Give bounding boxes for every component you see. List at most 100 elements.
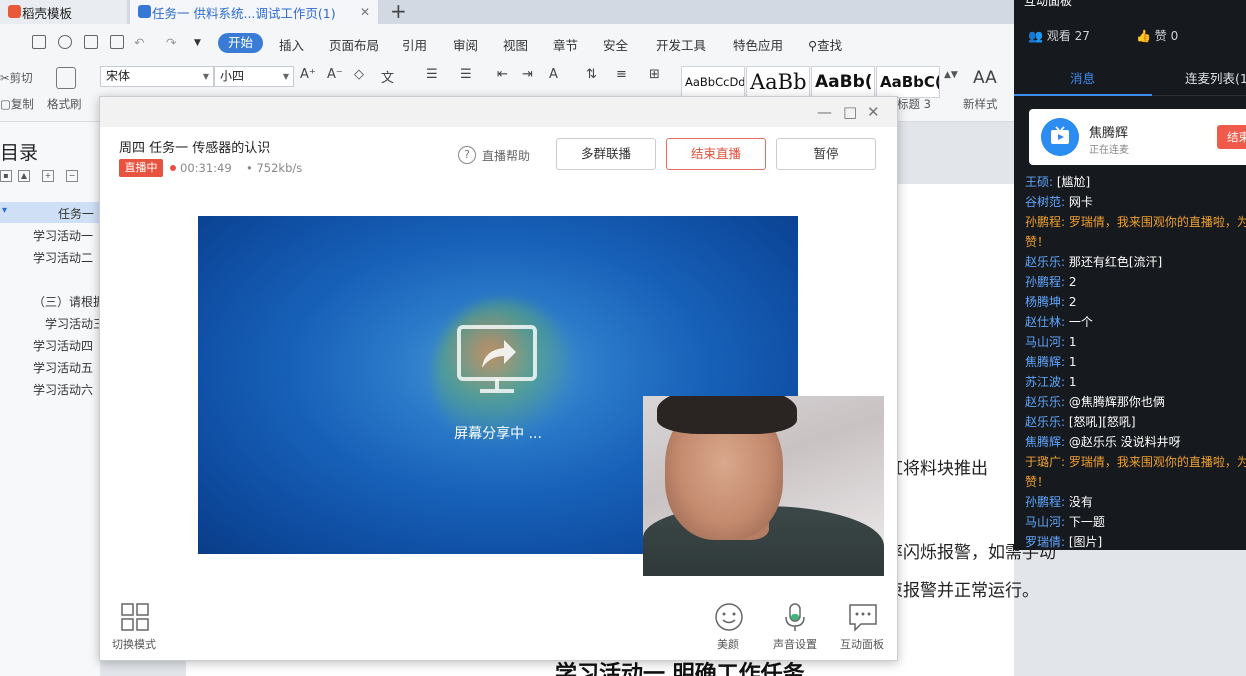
format-painter-icon[interactable] bbox=[56, 67, 76, 89]
style-heading-3[interactable]: AaBbC( bbox=[876, 66, 940, 98]
menu-view[interactable]: 视图 bbox=[503, 35, 528, 54]
live-help-link[interactable]: 直播帮助 bbox=[482, 147, 530, 164]
chat-text: 1 bbox=[1065, 355, 1077, 369]
numbering-icon[interactable]: ☰ bbox=[460, 67, 472, 82]
bullets-icon[interactable]: ☰ bbox=[426, 67, 438, 82]
end-live-button[interactable]: 结束直播 bbox=[666, 138, 766, 170]
clear-format-icon[interactable]: ◇ bbox=[354, 67, 364, 82]
microphone-icon[interactable] bbox=[780, 602, 810, 632]
chat-username[interactable]: 罗瑞倩: bbox=[1025, 535, 1065, 549]
tab-document[interactable]: 任务一 供料系统...调试工作页(1) ✕ bbox=[130, 0, 378, 24]
webcam-preview[interactable] bbox=[643, 396, 884, 576]
outline-item[interactable]: （三）请根据 bbox=[33, 293, 105, 310]
font-name-select[interactable]: 宋体 ▼ bbox=[100, 66, 214, 87]
menu-page-layout[interactable]: 页面布局 bbox=[329, 35, 379, 54]
pause-button[interactable]: 暂停 bbox=[776, 138, 876, 170]
outline-item[interactable]: 学习活动一 bbox=[33, 227, 93, 244]
end-guest-button[interactable]: 结束 bbox=[1217, 125, 1246, 149]
print-icon[interactable] bbox=[84, 35, 98, 49]
chat-username[interactable]: 孙鹏程: bbox=[1025, 495, 1065, 509]
undo-icon[interactable]: ↶ bbox=[134, 35, 144, 50]
styles-scroll-icon[interactable]: ▲▼ bbox=[944, 70, 958, 80]
chat-username[interactable]: 谷树范: bbox=[1025, 195, 1065, 209]
grow-font-icon[interactable]: A⁺ bbox=[300, 67, 316, 82]
chat-username[interactable]: 焦腾辉: bbox=[1025, 435, 1065, 449]
switch-mode-icon[interactable] bbox=[120, 602, 150, 632]
menu-chapter[interactable]: 章节 bbox=[553, 35, 578, 54]
print-preview-icon[interactable] bbox=[110, 35, 124, 49]
menu-developer[interactable]: 开发工具 bbox=[656, 35, 706, 54]
chat-message: 马山河: 下一题 bbox=[1025, 512, 1246, 532]
menu-start[interactable]: 开始 bbox=[218, 33, 263, 53]
tab-messages[interactable]: 消息 bbox=[1070, 68, 1095, 87]
audio-settings-label[interactable]: 声音设置 bbox=[773, 636, 817, 652]
switch-mode-label[interactable]: 切换模式 bbox=[112, 636, 156, 652]
tab-docer-templates[interactable]: 稻壳模板 bbox=[0, 0, 127, 24]
export-pdf-icon[interactable] bbox=[58, 35, 72, 49]
chat-username[interactable]: 王硕: bbox=[1025, 175, 1053, 189]
tab-close-icon[interactable]: ✕ bbox=[360, 5, 370, 19]
beauty-icon[interactable] bbox=[714, 602, 744, 632]
shrink-font-icon[interactable]: A⁻ bbox=[327, 67, 343, 82]
style-heading-1[interactable]: AaBb bbox=[746, 66, 810, 98]
sort-icon[interactable]: ⇅ bbox=[586, 67, 597, 82]
chat-username[interactable]: 马山河: bbox=[1025, 515, 1065, 529]
outline-item[interactable]: 任务一 bbox=[58, 205, 94, 222]
chat-username[interactable]: 苏江波: bbox=[1025, 375, 1065, 389]
interaction-panel-icon[interactable] bbox=[848, 602, 878, 632]
menu-references[interactable]: 引用 bbox=[402, 35, 427, 54]
outline-item[interactable]: 学习活动二 bbox=[33, 249, 93, 266]
outline-item[interactable]: 学习活动五 bbox=[33, 359, 93, 376]
chat-username[interactable]: 孙鹏程: bbox=[1025, 215, 1065, 229]
minimize-button[interactable]: — bbox=[817, 103, 832, 121]
chat-username[interactable]: 赵乐乐: bbox=[1025, 255, 1065, 269]
help-icon[interactable]: ? bbox=[458, 146, 476, 164]
redo-icon[interactable]: ↷ bbox=[166, 35, 176, 50]
style-heading-2[interactable]: AaBb( bbox=[811, 66, 875, 98]
phonetic-icon[interactable]: 文 bbox=[381, 67, 394, 86]
outline-item[interactable]: 学习活动六 bbox=[33, 381, 93, 398]
chat-username[interactable]: 杨腾坤: bbox=[1025, 295, 1065, 309]
borders-icon[interactable]: ⊞ bbox=[649, 67, 660, 82]
tab-guest-list[interactable]: 连麦列表(1, bbox=[1185, 68, 1246, 87]
new-style-label[interactable]: 新样式 bbox=[963, 96, 998, 112]
menu-special[interactable]: 特色应用 bbox=[733, 35, 783, 54]
multi-group-broadcast-button[interactable]: 多群联播 bbox=[556, 138, 656, 170]
outline-up-icon[interactable]: ▲ bbox=[18, 170, 30, 182]
interaction-panel-label[interactable]: 互动面板 bbox=[840, 636, 884, 652]
outline-expand-icon[interactable]: ▪ bbox=[0, 170, 12, 182]
text-direction-icon[interactable]: A bbox=[549, 67, 558, 82]
menu-review[interactable]: 审阅 bbox=[453, 35, 478, 54]
chat-username[interactable]: 于璐广: bbox=[1025, 455, 1065, 469]
style-normal[interactable]: AaBbCcDd bbox=[681, 66, 745, 98]
outline-remove-icon[interactable]: − bbox=[66, 170, 78, 182]
search-button[interactable]: ⚲查找 bbox=[808, 35, 842, 54]
font-size-select[interactable]: 小四 ▼ bbox=[214, 66, 294, 87]
chat-username[interactable]: 孙鹏程: bbox=[1025, 275, 1065, 289]
copy-button[interactable]: ▢复制 bbox=[0, 96, 34, 112]
chat-username[interactable]: 赵仕林: bbox=[1025, 315, 1065, 329]
new-tab-button[interactable]: + bbox=[390, 0, 407, 24]
outline-add-icon[interactable]: + bbox=[42, 170, 54, 182]
menu-insert[interactable]: 插入 bbox=[279, 35, 304, 54]
chat-username[interactable]: 马山河: bbox=[1025, 335, 1065, 349]
chat-username[interactable]: 赵乐乐: bbox=[1025, 395, 1065, 409]
decrease-indent-icon[interactable]: ⇤ bbox=[497, 67, 508, 82]
save-icon[interactable] bbox=[32, 35, 46, 49]
beauty-label[interactable]: 美颜 bbox=[717, 636, 739, 652]
format-painter-label[interactable]: 格式刷 bbox=[47, 96, 82, 112]
chat-username[interactable]: 焦腾辉: bbox=[1025, 355, 1065, 369]
line-spacing-icon[interactable]: ≡ bbox=[616, 67, 627, 82]
outline-item[interactable]: 学习活动三 bbox=[45, 315, 105, 332]
new-style-icon[interactable]: AA bbox=[973, 68, 997, 88]
chat-username[interactable]: 赵乐乐: bbox=[1025, 415, 1065, 429]
chat-text: 1 bbox=[1065, 335, 1077, 349]
outline-item[interactable]: 学习活动四 bbox=[33, 337, 93, 354]
maximize-button[interactable]: □ bbox=[843, 103, 857, 121]
menu-security[interactable]: 安全 bbox=[603, 35, 628, 54]
close-button[interactable]: ✕ bbox=[867, 103, 880, 121]
cut-button[interactable]: ✂剪切 bbox=[0, 70, 33, 86]
increase-indent-icon[interactable]: ⇥ bbox=[522, 67, 533, 82]
outline-collapse-icon[interactable]: ▾ bbox=[2, 205, 7, 216]
quick-access-dropdown-icon[interactable]: ▼ bbox=[194, 38, 201, 48]
